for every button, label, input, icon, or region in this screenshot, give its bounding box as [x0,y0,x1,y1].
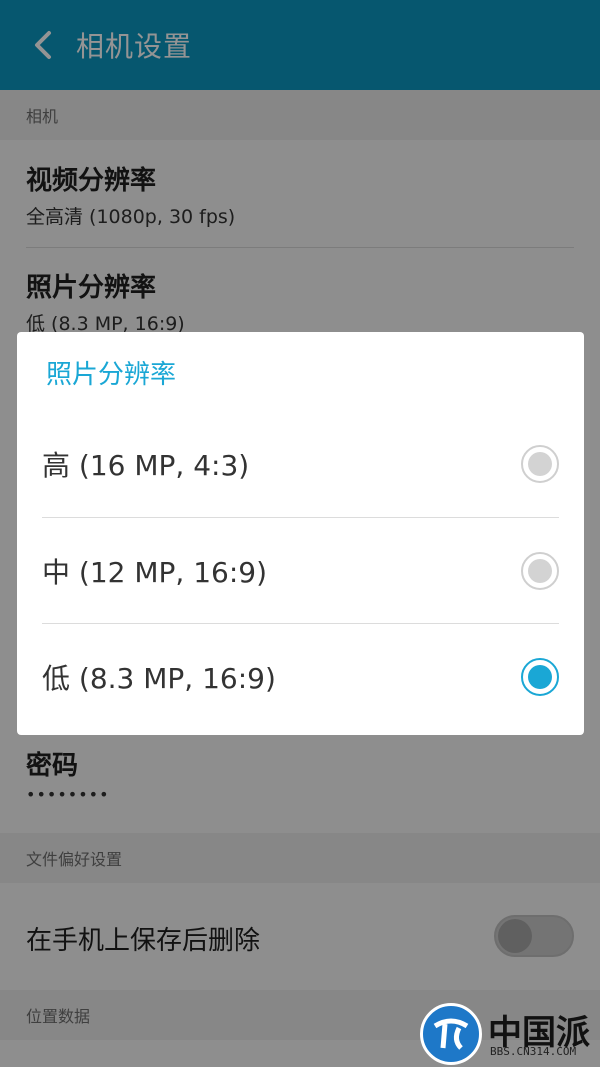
option-medium[interactable]: 中 (12 MP, 16:9) [42,518,559,624]
option-high[interactable]: 高 (16 MP, 4:3) [42,411,559,517]
option-label: 低 (8.3 MP, 16:9) [42,662,276,695]
watermark: 中国派 BBS.CN314.COM [420,1003,598,1065]
radio-dot [528,665,552,689]
radio-dot [528,559,552,583]
photo-resolution-dialog: 照片分辨率 高 (16 MP, 4:3) 中 (12 MP, 16:9) 低 (… [17,332,584,735]
radio-button-high[interactable] [521,445,559,483]
brand-logo-icon [420,1003,482,1065]
dialog-title: 照片分辨率 [46,360,177,390]
option-label: 高 (16 MP, 4:3) [42,449,250,482]
option-label: 中 (12 MP, 16:9) [42,556,267,589]
watermark-url: BBS.CN314.COM [490,1045,577,1058]
radio-button-medium[interactable] [521,552,559,590]
radio-button-low[interactable] [521,658,559,696]
radio-dot [528,452,552,476]
option-low[interactable]: 低 (8.3 MP, 16:9) [42,624,559,730]
